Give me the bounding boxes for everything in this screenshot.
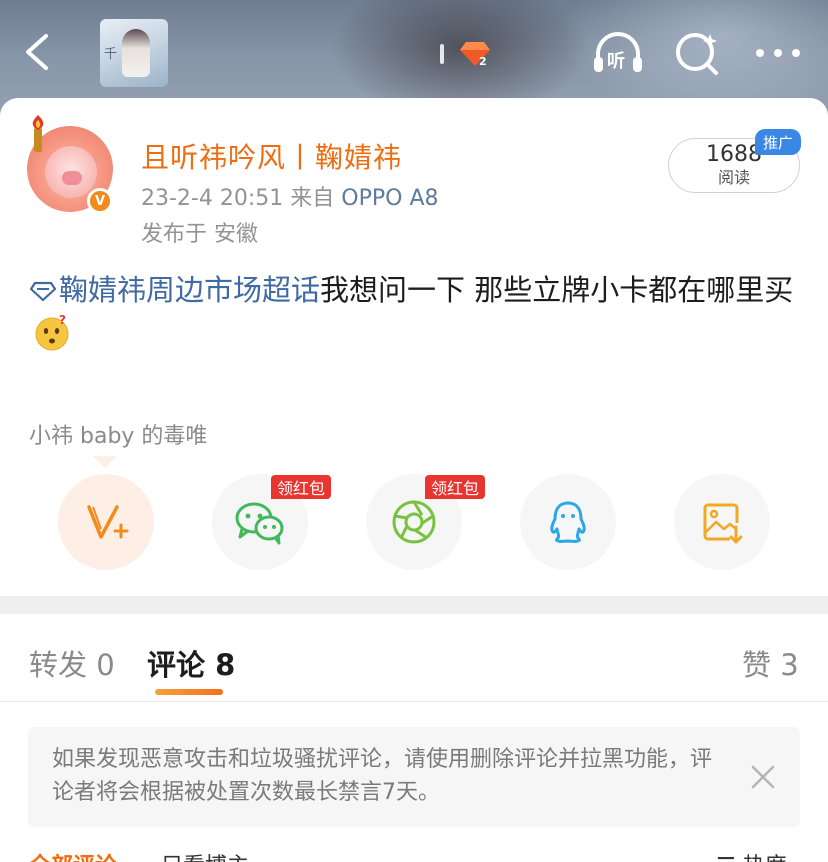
post-content: 我想问一下 那些立牌小卡都在哪里买: [320, 273, 794, 307]
share-weibo-button[interactable]: [58, 474, 154, 570]
filter-author-only[interactable]: 只看博主: [161, 848, 249, 862]
tab-likes[interactable]: 赞 3: [742, 642, 799, 684]
tab-comments-count: 8: [215, 648, 236, 682]
listen-label: 听: [607, 50, 625, 72]
moments-icon: [392, 500, 436, 544]
section-divider: [0, 596, 828, 614]
filter-all-comments[interactable]: 全部评论: [29, 848, 117, 862]
author-name[interactable]: 且听祎吟风丨鞠婧祎: [141, 136, 402, 176]
tab-repost[interactable]: 转发 0: [29, 642, 115, 684]
cover-figure: [122, 29, 150, 77]
avatar-pig-snout: [62, 171, 82, 185]
confused-face-emoji-icon: ?: [35, 314, 69, 351]
tab-likes-count: 3: [780, 648, 799, 682]
verified-badge: V: [87, 188, 113, 214]
wechat-redpack-badge: 领红包: [271, 475, 332, 499]
torch-icon: [32, 115, 44, 152]
qq-icon: [550, 501, 586, 543]
post-time: 23-2-4 20:51: [141, 186, 284, 211]
super-topic-diamond-icon: [29, 281, 57, 302]
moderation-notice: 如果发现恶意攻击和垃圾骚扰评论，请使用删除评论并拉黑功能，评论者将会根据被处置次…: [28, 727, 800, 827]
author-avatar-wrap[interactable]: V: [27, 115, 113, 214]
search-icon[interactable]: [672, 30, 724, 76]
tab-repost-label: 转发: [29, 648, 88, 682]
close-icon[interactable]: [750, 764, 776, 790]
reads-label: 阅读: [717, 168, 750, 187]
tab-comments[interactable]: 评论 8: [147, 642, 235, 684]
moments-redpack-badge: 领红包: [425, 475, 486, 499]
avatar-pig: [45, 146, 97, 198]
more-icon[interactable]: [752, 30, 804, 76]
tab-comments-label: 评论: [147, 648, 206, 682]
tab-repost-count: 0: [96, 648, 115, 682]
weibo-v-plus-icon: [87, 505, 129, 539]
post-location: 发布于 安徽: [141, 222, 258, 247]
pointer-arrow: [93, 456, 117, 468]
promo-tag: 推广: [755, 129, 801, 155]
active-tab-indicator: [155, 689, 223, 695]
sort-icon: ☰: [716, 854, 736, 862]
back-icon[interactable]: [20, 32, 56, 72]
save-image-button[interactable]: [674, 474, 770, 570]
sort-label: 热度: [743, 854, 787, 862]
post-body: 鞠婧祎周边市场超话我想问一下 那些立牌小卡都在哪里买 ?: [29, 268, 809, 356]
vip-badge-icon[interactable]: 2: [436, 40, 500, 68]
save-image-icon: [703, 503, 743, 544]
svg-text:?: ?: [59, 314, 66, 327]
share-qq-button[interactable]: [520, 474, 616, 570]
notice-text: 如果发现恶意攻击和垃圾骚扰评论，请使用删除评论并拉黑功能，评论者将会根据被处置次…: [52, 747, 713, 805]
album-cover[interactable]: 千: [100, 19, 168, 87]
post-meta: 23-2-4 20:51 来自 OPPO A8: [141, 180, 439, 212]
interaction-tabs: 转发 0 评论 8 赞 3: [0, 614, 828, 702]
vip-level: 2: [479, 55, 487, 68]
share-title: 小祎 baby 的毒唯: [29, 424, 208, 449]
super-topic-link[interactable]: 鞠婧祎周边市场超话: [59, 273, 320, 307]
wechat-icon: [235, 502, 284, 545]
source-prefix: 来自: [290, 186, 335, 211]
tab-likes-label: 赞: [742, 648, 772, 682]
sort-by-hot[interactable]: ☰ 热度: [716, 848, 787, 862]
post-device[interactable]: OPPO A8: [341, 186, 438, 211]
cover-title: 千: [104, 47, 118, 62]
comment-filter-bar: 全部评论 只看博主 ☰ 热度: [0, 842, 828, 862]
listen-icon[interactable]: 听: [592, 30, 644, 76]
